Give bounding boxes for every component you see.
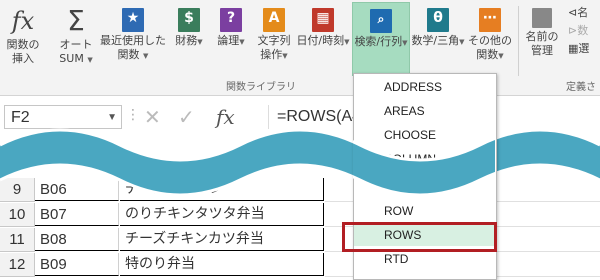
ribbon-separator xyxy=(518,6,519,76)
create-from-selection-item[interactable]: ▦選 xyxy=(568,40,589,58)
calendar-icon: ▦ xyxy=(312,8,334,32)
cell[interactable]: B09 xyxy=(35,253,119,276)
cell[interactable]: B08 xyxy=(35,228,119,251)
cell[interactable]: 特のり弁当 xyxy=(120,253,324,276)
row-header[interactable]: 12 xyxy=(0,253,35,277)
cell[interactable]: B07 xyxy=(35,203,119,226)
autosum-button[interactable]: Σ オート SUM ▼ xyxy=(56,2,96,74)
menu-item-address[interactable]: ADDRESS xyxy=(354,76,494,98)
magnifier-book-icon: ⌕ xyxy=(370,9,392,33)
recently-used-button[interactable]: ★ 最近使用した 関数 ▼ xyxy=(98,2,168,74)
logical-label: 論理 xyxy=(217,34,240,47)
financial-label: 財務 xyxy=(175,34,198,47)
ribbon: fx 関数の 挿入 Σ オート SUM ▼ ★ 最近使用した 関数 ▼ $ 財務… xyxy=(0,0,600,96)
more-functions-label: その他の xyxy=(468,34,512,47)
chevron-down-icon: ▼ xyxy=(498,52,504,60)
theta-icon: θ xyxy=(427,8,449,32)
date-time-button[interactable]: ▦ 日付/時刻▼ xyxy=(296,2,350,74)
chevron-down-icon: ▼ xyxy=(197,38,203,46)
defined-names-items: ⊲名 ⊳数 ▦選 xyxy=(568,4,589,58)
chevron-down-icon: ▼ xyxy=(459,38,465,46)
name-tag-icon xyxy=(532,8,552,28)
tag-icon: ⊲ xyxy=(568,6,578,19)
cell[interactable]: のりチキンタツタ弁当 xyxy=(120,203,324,226)
chevron-down-icon: ▼ xyxy=(87,56,93,64)
lookup-reference-button[interactable]: ⌕ 検索/行列▼ xyxy=(352,2,410,76)
grid-icon: ▦ xyxy=(568,42,579,55)
text-icon: A xyxy=(263,8,285,32)
recently-used-label: 最近使用した xyxy=(100,34,166,47)
define-name-item[interactable]: ⊲名 xyxy=(568,4,589,22)
wave-divider xyxy=(0,128,600,197)
function-icon: fx xyxy=(11,7,35,35)
logical-button[interactable]: ? 論理▼ xyxy=(212,2,250,74)
cell[interactable]: チーズチキンカツ弁当 xyxy=(120,228,324,251)
sigma-icon: Σ xyxy=(67,4,85,37)
chevron-down-icon: ▼ xyxy=(344,38,350,46)
math-trig-label: 数学/三角 xyxy=(411,34,460,47)
financial-icon: $ xyxy=(178,8,200,32)
table-row: 12 B09 特のり弁当 xyxy=(0,253,600,277)
chevron-down-icon: ▼ xyxy=(282,52,288,60)
chevron-down-icon: ▼ xyxy=(402,39,408,47)
autosum-label: オート xyxy=(59,38,93,51)
table-row: 10 B07 のりチキンタツタ弁当 xyxy=(0,203,600,227)
function-library-group-label: 関数ライブラリ xyxy=(226,82,296,93)
formula-icon: ⊳ xyxy=(568,24,578,37)
logical-icon: ? xyxy=(220,8,242,32)
use-in-formula-item[interactable]: ⊳数 xyxy=(568,22,589,40)
math-trig-button[interactable]: θ 数学/三角▼ xyxy=(410,2,466,74)
name-manager-label: 名前の xyxy=(525,30,559,43)
chevron-down-icon: ▼ xyxy=(239,38,245,46)
name-manager-button[interactable]: 名前の 管理 xyxy=(522,2,562,74)
financial-button[interactable]: $ 財務▼ xyxy=(170,2,208,74)
defined-names-group-label: 定義さ xyxy=(566,82,596,93)
menu-item-areas[interactable]: AREAS xyxy=(354,100,494,122)
more-functions-button[interactable]: ⋯ その他の 関数▼ xyxy=(466,2,514,74)
lookup-reference-label: 検索/行列 xyxy=(354,35,403,48)
insert-function-label: 関数の xyxy=(6,38,40,51)
row-header[interactable]: 11 xyxy=(0,228,35,252)
highlight-frame xyxy=(342,222,497,252)
text-label: 文字列 xyxy=(257,34,291,47)
text-button[interactable]: A 文字列 操作▼ xyxy=(252,2,296,74)
insert-function-button[interactable]: fx 関数の 挿入 xyxy=(4,2,42,74)
more-icon: ⋯ xyxy=(479,8,501,32)
chevron-down-icon: ▼ xyxy=(143,52,149,60)
menu-item-row[interactable]: ROW xyxy=(354,200,494,222)
table-row: 11 B08 チーズチキンカツ弁当 xyxy=(0,228,600,252)
star-book-icon: ★ xyxy=(122,8,144,32)
wave-overlay xyxy=(353,136,495,197)
row-header[interactable]: 10 xyxy=(0,203,35,227)
date-time-label: 日付/時刻 xyxy=(296,34,345,47)
